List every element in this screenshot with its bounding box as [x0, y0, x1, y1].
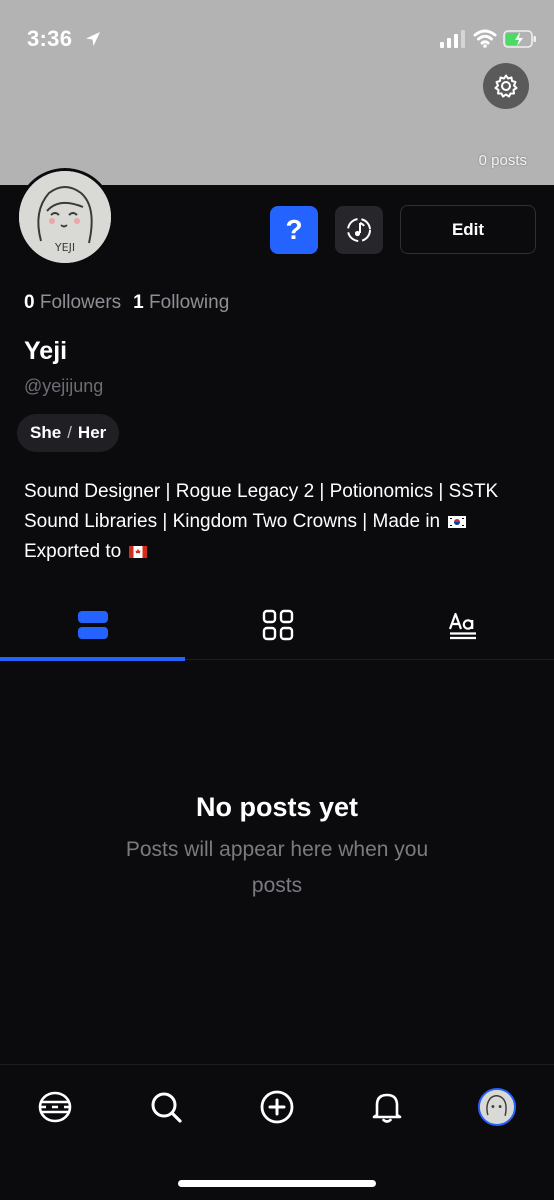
list-view-icon [77, 611, 108, 639]
profile-handle: @yejijung [24, 376, 104, 396]
follow-stats: 0 Followers 1 Following [24, 292, 229, 314]
status-time: 3:36 [27, 26, 73, 51]
pronoun-separator: / [67, 423, 72, 442]
pronoun-second: Her [77, 423, 107, 442]
tab-list-view[interactable] [0, 590, 185, 660]
profile-tabs [0, 590, 554, 660]
svg-text:YEJI: YEJI [54, 241, 75, 254]
bio-exported-text: Exported to [24, 541, 122, 562]
profile-banner [0, 0, 554, 185]
pronoun-badge: She / Her [17, 414, 120, 452]
pronoun-first: She [30, 423, 62, 442]
search-icon [151, 1092, 182, 1123]
gear-icon [494, 74, 518, 98]
create-post-icon [260, 1090, 294, 1124]
settings-button[interactable] [483, 63, 529, 109]
music-button[interactable] [335, 206, 383, 254]
help-button[interactable]: ? [270, 206, 318, 254]
canada-flag-icon [129, 546, 148, 558]
question-icon: ? [285, 214, 303, 245]
posts-count: 0 posts [478, 152, 527, 169]
nav-notifications[interactable] [367, 1087, 407, 1127]
following-link[interactable]: 1 Following [133, 292, 229, 314]
edit-profile-button[interactable]: Edit [400, 205, 536, 254]
tab-text-view[interactable] [370, 590, 554, 660]
active-tab-indicator [0, 657, 185, 661]
wifi-icon [473, 29, 497, 48]
bio-text: Sound Designer | Rogue Legacy 2 | Potion… [24, 481, 499, 532]
grid-view-icon [262, 609, 293, 641]
text-view-icon [448, 612, 476, 640]
korea-flag-icon [448, 516, 467, 528]
profile-avatar-icon [478, 1088, 516, 1126]
location-arrow-icon [86, 32, 100, 46]
nav-search[interactable] [146, 1087, 186, 1127]
nav-profile[interactable] [477, 1087, 517, 1127]
followers-link[interactable]: 0 Followers [24, 292, 121, 314]
profile-avatar[interactable]: YEJI [16, 168, 114, 266]
profile-bio: Sound Designer | Rogue Legacy 2 | Potion… [24, 477, 534, 567]
battery-charging-icon [503, 30, 536, 48]
empty-state-subtitle: Posts will appear here when you posts [125, 838, 429, 897]
nav-home[interactable] [35, 1087, 75, 1127]
tab-grid-view[interactable] [185, 590, 370, 660]
avatar-image: YEJI [19, 171, 111, 263]
nav-create[interactable] [257, 1087, 297, 1127]
avatar-drawing: YEJI [19, 171, 111, 263]
cellular-signal-icon [440, 30, 465, 48]
bell-icon [372, 1093, 402, 1123]
home-indicator [178, 1180, 376, 1187]
home-icon [38, 1091, 72, 1123]
profile-name: Yeji [24, 337, 68, 365]
music-note-icon [347, 218, 371, 242]
empty-state-title: No posts yet [195, 792, 359, 822]
